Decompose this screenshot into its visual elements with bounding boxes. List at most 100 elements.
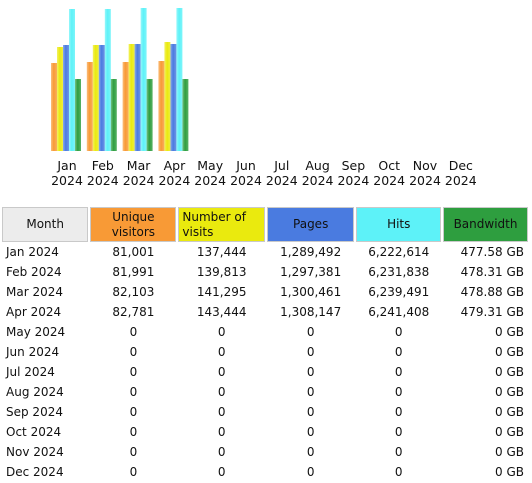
bar-bandwidth-2 (146, 79, 153, 151)
cell-pages: 0 (306, 325, 315, 339)
cell-pages: 1,297,381 (280, 265, 342, 279)
cell-bandwidth: 0 GB (495, 345, 524, 359)
header-unique-visitors: Unique visitors (90, 207, 177, 242)
cell-unique-visitors: 81,991 (112, 265, 155, 279)
x-tick-label-year: 2024 (266, 173, 298, 188)
cell-unique-visitors: 82,781 (112, 305, 155, 319)
cell-visits: 141,295 (196, 285, 247, 299)
cell-month: Dec 2024 (6, 465, 64, 479)
cell-unique-visitors: 0 (129, 465, 138, 479)
bar-hits-2 (140, 8, 147, 151)
cell-hits: 0 (394, 425, 403, 439)
cell-hits: 6,222,614 (368, 245, 430, 259)
cell-visits: 139,813 (196, 265, 247, 279)
bar-visits-2 (128, 44, 135, 151)
bar-bandwidth-1 (110, 79, 117, 151)
bar-visits-1 (92, 45, 99, 151)
cell-bandwidth: 0 GB (495, 325, 524, 339)
cell-unique-visitors: 0 (129, 445, 138, 459)
cell-unique-visitors: 0 (129, 325, 138, 339)
bar-unique-visitors-1 (86, 62, 93, 151)
cell-month: Mar 2024 (6, 285, 63, 299)
cell-month: Jun 2024 (6, 345, 60, 359)
cell-unique-visitors: 0 (129, 345, 138, 359)
x-tick-label-year: 2024 (51, 173, 83, 188)
cell-visits: 0 (217, 405, 226, 419)
bar-visits-3 (164, 42, 171, 151)
x-tick-label-year: 2024 (445, 173, 477, 188)
cell-pages: 0 (306, 405, 315, 419)
table-row: Jun 2024 0 0 0 0 0 GB (2, 342, 528, 362)
table-row: Jan 2024 81,001 137,444 1,289,492 6,222,614 4… (2, 242, 528, 262)
cell-month: Jan 2024 (6, 245, 59, 259)
cell-month: Nov 2024 (6, 445, 64, 459)
bar-hits-3 (176, 8, 183, 151)
x-tick-label-year: 2024 (337, 173, 369, 188)
cell-hits: 0 (394, 385, 403, 399)
cell-month: Apr 2024 (6, 305, 62, 319)
header-bandwidth: Bandwidth (443, 207, 528, 242)
header-hits: Hits (356, 207, 442, 242)
bar-bandwidth-0 (75, 79, 81, 151)
bar-visits-0 (57, 47, 63, 151)
bar-pages-0 (63, 45, 69, 151)
x-tick-label-year: 2024 (302, 173, 334, 188)
cell-bandwidth: 0 GB (495, 465, 524, 479)
bar-unique-visitors-2 (122, 62, 129, 151)
cell-visits: 0 (217, 445, 226, 459)
x-tick-label-month: Jun (235, 158, 256, 173)
bar-hits-1 (104, 9, 111, 151)
x-tick-label-year: 2024 (194, 173, 226, 188)
cell-unique-visitors: 0 (129, 385, 138, 399)
bar-pages-2 (134, 44, 141, 151)
monthly-history-table: Month Unique visitors Number of visits P… (0, 207, 530, 482)
x-tick-label-year: 2024 (87, 173, 119, 188)
cell-pages: 1,300,461 (280, 285, 342, 299)
cell-hits: 0 (394, 465, 403, 479)
x-tick-label-month: Sep (342, 158, 366, 173)
x-tick-label-month: Nov (413, 158, 438, 173)
x-tick-label-month: May (197, 158, 223, 173)
cell-month: Oct 2024 (6, 425, 62, 439)
cell-pages: 0 (306, 425, 315, 439)
cell-unique-visitors: 81,001 (112, 245, 155, 259)
cell-bandwidth: 477.58 GB (460, 245, 524, 259)
cell-pages: 0 (306, 465, 315, 479)
bar-bandwidth-3 (182, 79, 189, 151)
cell-visits: 0 (217, 325, 226, 339)
cell-unique-visitors: 82,103 (112, 285, 155, 299)
table-row: Jul 2024 0 0 0 0 0 GB (2, 362, 528, 382)
cell-pages: 1,308,147 (280, 305, 342, 319)
cell-hits: 6,241,408 (368, 305, 430, 319)
cell-pages: 0 (306, 445, 315, 459)
header-month: Month (2, 207, 89, 242)
cell-bandwidth: 0 GB (495, 385, 524, 399)
table-row: Nov 2024 0 0 0 0 0 GB (2, 442, 528, 462)
cell-hits: 0 (394, 325, 403, 339)
table-row: Dec 2024 0 0 0 0 0 GB (2, 462, 528, 482)
x-tick-label-year: 2024 (409, 173, 441, 188)
x-tick-label-year: 2024 (158, 173, 190, 188)
x-tick-label-month: Oct (378, 158, 400, 173)
table-row: Sep 2024 0 0 0 0 0 GB (2, 402, 528, 422)
table-row: Mar 2024 82,103 141,295 1,300,461 6,239,491 4… (2, 282, 528, 302)
cell-visits: 0 (217, 385, 226, 399)
bar-unique-visitors-0 (51, 63, 57, 151)
cell-pages: 0 (306, 345, 315, 359)
cell-bandwidth: 479.31 GB (460, 305, 524, 319)
table-row: Feb 2024 81,991 139,813 1,297,381 6,231,838 4… (2, 262, 528, 282)
table-row: May 2024 0 0 0 0 0 GB (2, 322, 528, 342)
cell-pages: 0 (306, 385, 315, 399)
cell-bandwidth: 478.31 GB (460, 265, 524, 279)
cell-month: Aug 2024 (6, 385, 64, 399)
cell-hits: 0 (394, 345, 403, 359)
header-pages: Pages (266, 207, 355, 242)
bar-pages-3 (170, 44, 177, 151)
cell-month: Sep 2024 (6, 405, 63, 419)
monthly-history-chart: Jan 2024 Feb 2024 Mar 2024 Apr 2024 May 2024 Jun 20… (0, 0, 532, 190)
x-tick-label-month: Dec (449, 158, 473, 173)
bar-hits-0 (69, 9, 75, 151)
cell-visits: 0 (217, 365, 226, 379)
table-header-row: Month Unique visitors Number of visits P… (2, 207, 528, 242)
x-tick-label-month: Jul (273, 158, 289, 173)
